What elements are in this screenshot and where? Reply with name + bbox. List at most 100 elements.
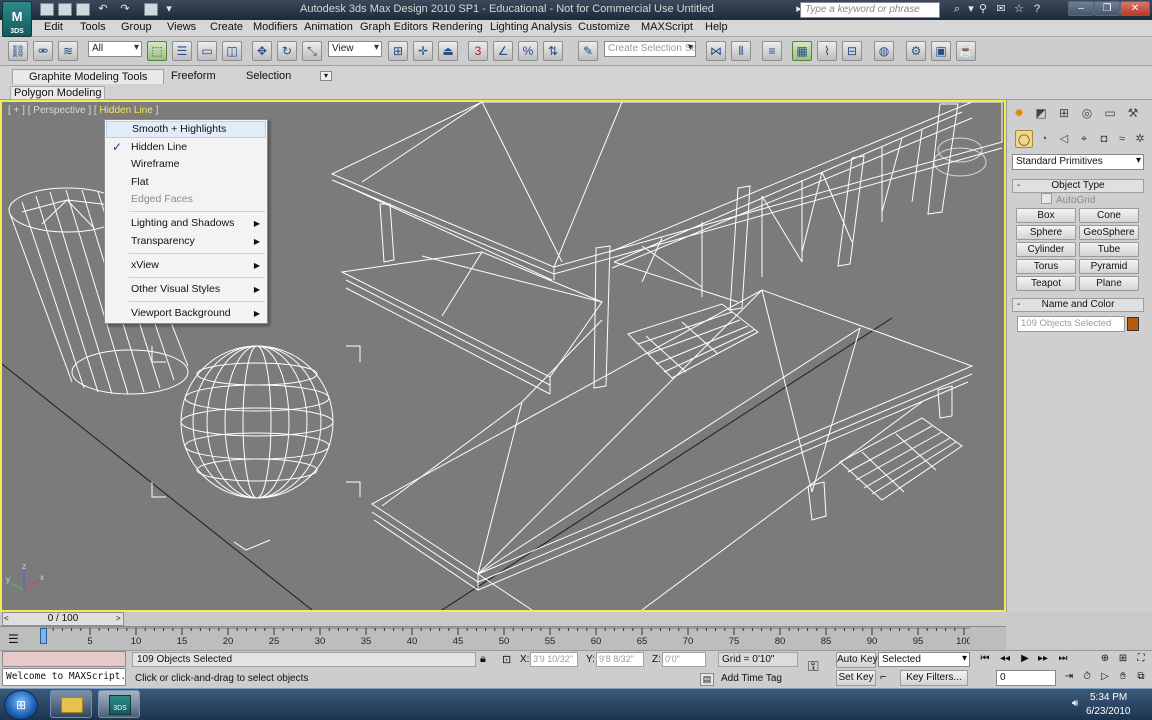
menu-views[interactable]: Views bbox=[167, 21, 196, 33]
communication-center-icon[interactable]: ✉ bbox=[994, 3, 1008, 16]
menu-other-visual-styles[interactable]: Other Visual Styles ▶ bbox=[106, 281, 266, 298]
menu-create[interactable]: Create bbox=[210, 21, 243, 33]
space-warps-icon[interactable]: ≈ bbox=[1113, 130, 1131, 148]
select-and-manipulate-icon[interactable]: ✛ bbox=[413, 41, 433, 61]
reference-coordinate-dropdown[interactable]: View bbox=[328, 41, 382, 57]
window-crossing-icon[interactable]: ◫ bbox=[222, 41, 242, 61]
zoom-all-icon[interactable]: ⊞ bbox=[1114, 652, 1132, 667]
quick-access-dropdown-icon[interactable]: ▾ bbox=[162, 3, 176, 16]
plane-button[interactable]: Plane bbox=[1079, 276, 1139, 291]
snaps-toggle-icon[interactable]: 3 bbox=[468, 41, 488, 61]
set-key-mode-icon[interactable]: ⚿ bbox=[808, 658, 819, 675]
primitive-category-dropdown[interactable]: Standard Primitives bbox=[1012, 154, 1144, 170]
motion-tab-icon[interactable]: ◎ bbox=[1078, 104, 1096, 122]
tube-button[interactable]: Tube bbox=[1079, 242, 1139, 257]
object-color-swatch[interactable] bbox=[1127, 317, 1139, 331]
lock-selection-icon[interactable]: 🔒︎ bbox=[480, 653, 486, 666]
menu-viewport-background[interactable]: Viewport Background ▶ bbox=[106, 305, 266, 322]
absolute-mode-icon[interactable]: ⊡ bbox=[502, 653, 511, 666]
teapot-button[interactable]: Teapot bbox=[1016, 276, 1076, 291]
render-production-icon[interactable]: ☕ bbox=[956, 41, 976, 61]
cylinder-button[interactable]: Cylinder bbox=[1016, 242, 1076, 257]
menu-edit[interactable]: Edit bbox=[44, 21, 63, 33]
sphere-button[interactable]: Sphere bbox=[1016, 225, 1076, 240]
named-selection-sets-input[interactable]: Create Selection Se bbox=[604, 41, 696, 57]
time-slider[interactable]: 0 / 100 bbox=[2, 612, 124, 626]
taskbar-explorer-button[interactable] bbox=[50, 690, 92, 718]
previous-frame-icon[interactable]: ◂◂ bbox=[996, 652, 1014, 667]
cone-button[interactable]: Cone bbox=[1079, 208, 1139, 223]
polygon-modeling-panel-tab[interactable]: Polygon Modeling bbox=[10, 86, 106, 100]
mirror-icon[interactable]: ⋈ bbox=[706, 41, 726, 61]
keyboard-shortcut-override-icon[interactable]: ⏏ bbox=[438, 41, 458, 61]
redo-icon[interactable]: ↷ bbox=[118, 3, 132, 16]
render-setup-icon[interactable]: ⚙ bbox=[906, 41, 926, 61]
key-mode-dropdown[interactable]: Selected bbox=[878, 652, 970, 667]
viewport-shading-label[interactable]: Hidden Line bbox=[97, 105, 156, 116]
menu-lighting-analysis[interactable]: Lighting Analysis bbox=[490, 21, 572, 33]
object-name-field[interactable]: 109 Objects Selected bbox=[1017, 316, 1125, 332]
undo-icon[interactable]: ↶ bbox=[96, 3, 110, 16]
viewport-label-menu[interactable]: [ + ] [ Perspective ] [ Hidden Line ] bbox=[8, 105, 158, 116]
key-filters-button[interactable]: Key Filters... bbox=[900, 670, 968, 686]
zoom-extents-icon[interactable]: ⛶ bbox=[1132, 652, 1150, 667]
current-frame-marker[interactable] bbox=[40, 628, 47, 644]
project-folder-icon[interactable] bbox=[144, 3, 158, 16]
display-tab-icon[interactable]: ▭ bbox=[1101, 104, 1119, 122]
create-tab-icon[interactable]: ✹ bbox=[1010, 104, 1028, 122]
torus-button[interactable]: Torus bbox=[1016, 259, 1076, 274]
menu-maxscript[interactable]: MAXScript bbox=[641, 21, 693, 33]
y-coordinate-field[interactable]: 9'8 8/32" bbox=[596, 652, 644, 667]
favorites-star-icon[interactable]: ☆ bbox=[1012, 3, 1026, 16]
maximize-viewport-icon[interactable]: ⧉ bbox=[1132, 670, 1150, 685]
current-frame-field[interactable]: 0 bbox=[996, 670, 1056, 686]
taskbar-3dsmax-button[interactable]: 3DS bbox=[98, 690, 140, 718]
curve-editor-icon[interactable]: ⌇ bbox=[817, 41, 837, 61]
auto-key-button[interactable]: Auto Key bbox=[836, 652, 878, 668]
menu-animation[interactable]: Animation bbox=[304, 21, 353, 33]
minimize-button[interactable]: – bbox=[1068, 1, 1094, 16]
ribbon-tab-freeform[interactable]: Freeform bbox=[155, 69, 232, 84]
clock-date[interactable]: 6/23/2010 bbox=[1086, 706, 1131, 717]
application-button[interactable]: M 3DS bbox=[2, 1, 32, 37]
maxscript-listener-output[interactable]: Welcome to MAXScript. bbox=[2, 668, 126, 686]
select-object-icon[interactable]: ⬚ bbox=[147, 41, 167, 61]
menu-modifiers[interactable]: Modifiers bbox=[253, 21, 298, 33]
time-configuration-icon[interactable]: ⏱ bbox=[1078, 670, 1096, 685]
geometry-icon[interactable]: ◯ bbox=[1015, 130, 1033, 148]
help-icon[interactable]: ? bbox=[1030, 3, 1044, 16]
menu-tools[interactable]: Tools bbox=[80, 21, 106, 33]
material-editor-icon[interactable]: ◍ bbox=[874, 41, 894, 61]
menu-group[interactable]: Group bbox=[121, 21, 152, 33]
selection-filter-dropdown[interactable]: All bbox=[88, 41, 142, 57]
menu-lighting-shadows[interactable]: Lighting and Shadows ▶ bbox=[106, 215, 266, 232]
geosphere-button[interactable]: GeoSphere bbox=[1079, 225, 1139, 240]
open-file-icon[interactable] bbox=[58, 3, 72, 16]
box-button[interactable]: Box bbox=[1016, 208, 1076, 223]
schematic-view-icon[interactable]: ⊟ bbox=[842, 41, 862, 61]
close-button[interactable]: ✕ bbox=[1120, 1, 1150, 16]
rectangular-selection-icon[interactable]: ▭ bbox=[197, 41, 217, 61]
next-frame-icon[interactable]: ▸▸ bbox=[1034, 652, 1052, 667]
edit-named-selection-icon[interactable]: ✎ bbox=[578, 41, 598, 61]
graphite-toggle-icon[interactable]: ▦ bbox=[792, 41, 812, 61]
object-type-rollout[interactable]: - Object Type bbox=[1012, 179, 1144, 193]
volume-icon[interactable]: 🔊︎ bbox=[1072, 698, 1078, 709]
time-tag-icon[interactable]: ▤ bbox=[700, 673, 714, 686]
name-and-color-rollout[interactable]: - Name and Color bbox=[1012, 298, 1144, 312]
default-tangents-icon[interactable]: ⌐ bbox=[880, 671, 886, 683]
ribbon-tab-selection[interactable]: Selection bbox=[230, 69, 307, 84]
cameras-icon[interactable]: ⌖ bbox=[1075, 130, 1093, 148]
layer-manager-icon[interactable]: ≡ bbox=[762, 41, 782, 61]
key-mode-toggle-icon[interactable]: ⇥ bbox=[1060, 670, 1078, 685]
menu-flat[interactable]: Flat bbox=[106, 174, 266, 191]
menu-xview[interactable]: xView ▶ bbox=[106, 257, 266, 274]
menu-rendering[interactable]: Rendering bbox=[432, 21, 483, 33]
menu-help[interactable]: Help bbox=[705, 21, 728, 33]
unlink-selection-icon[interactable]: ⚮ bbox=[33, 41, 53, 61]
clock-time[interactable]: 5:34 PM bbox=[1090, 692, 1127, 703]
pan-view-icon[interactable]: ✋︎ bbox=[1114, 670, 1132, 685]
go-to-start-icon[interactable]: ⏮ bbox=[976, 652, 994, 667]
help-search-input[interactable]: Type a keyword or phrase bbox=[800, 2, 940, 18]
shapes-icon[interactable]: ◔ bbox=[1035, 130, 1053, 148]
